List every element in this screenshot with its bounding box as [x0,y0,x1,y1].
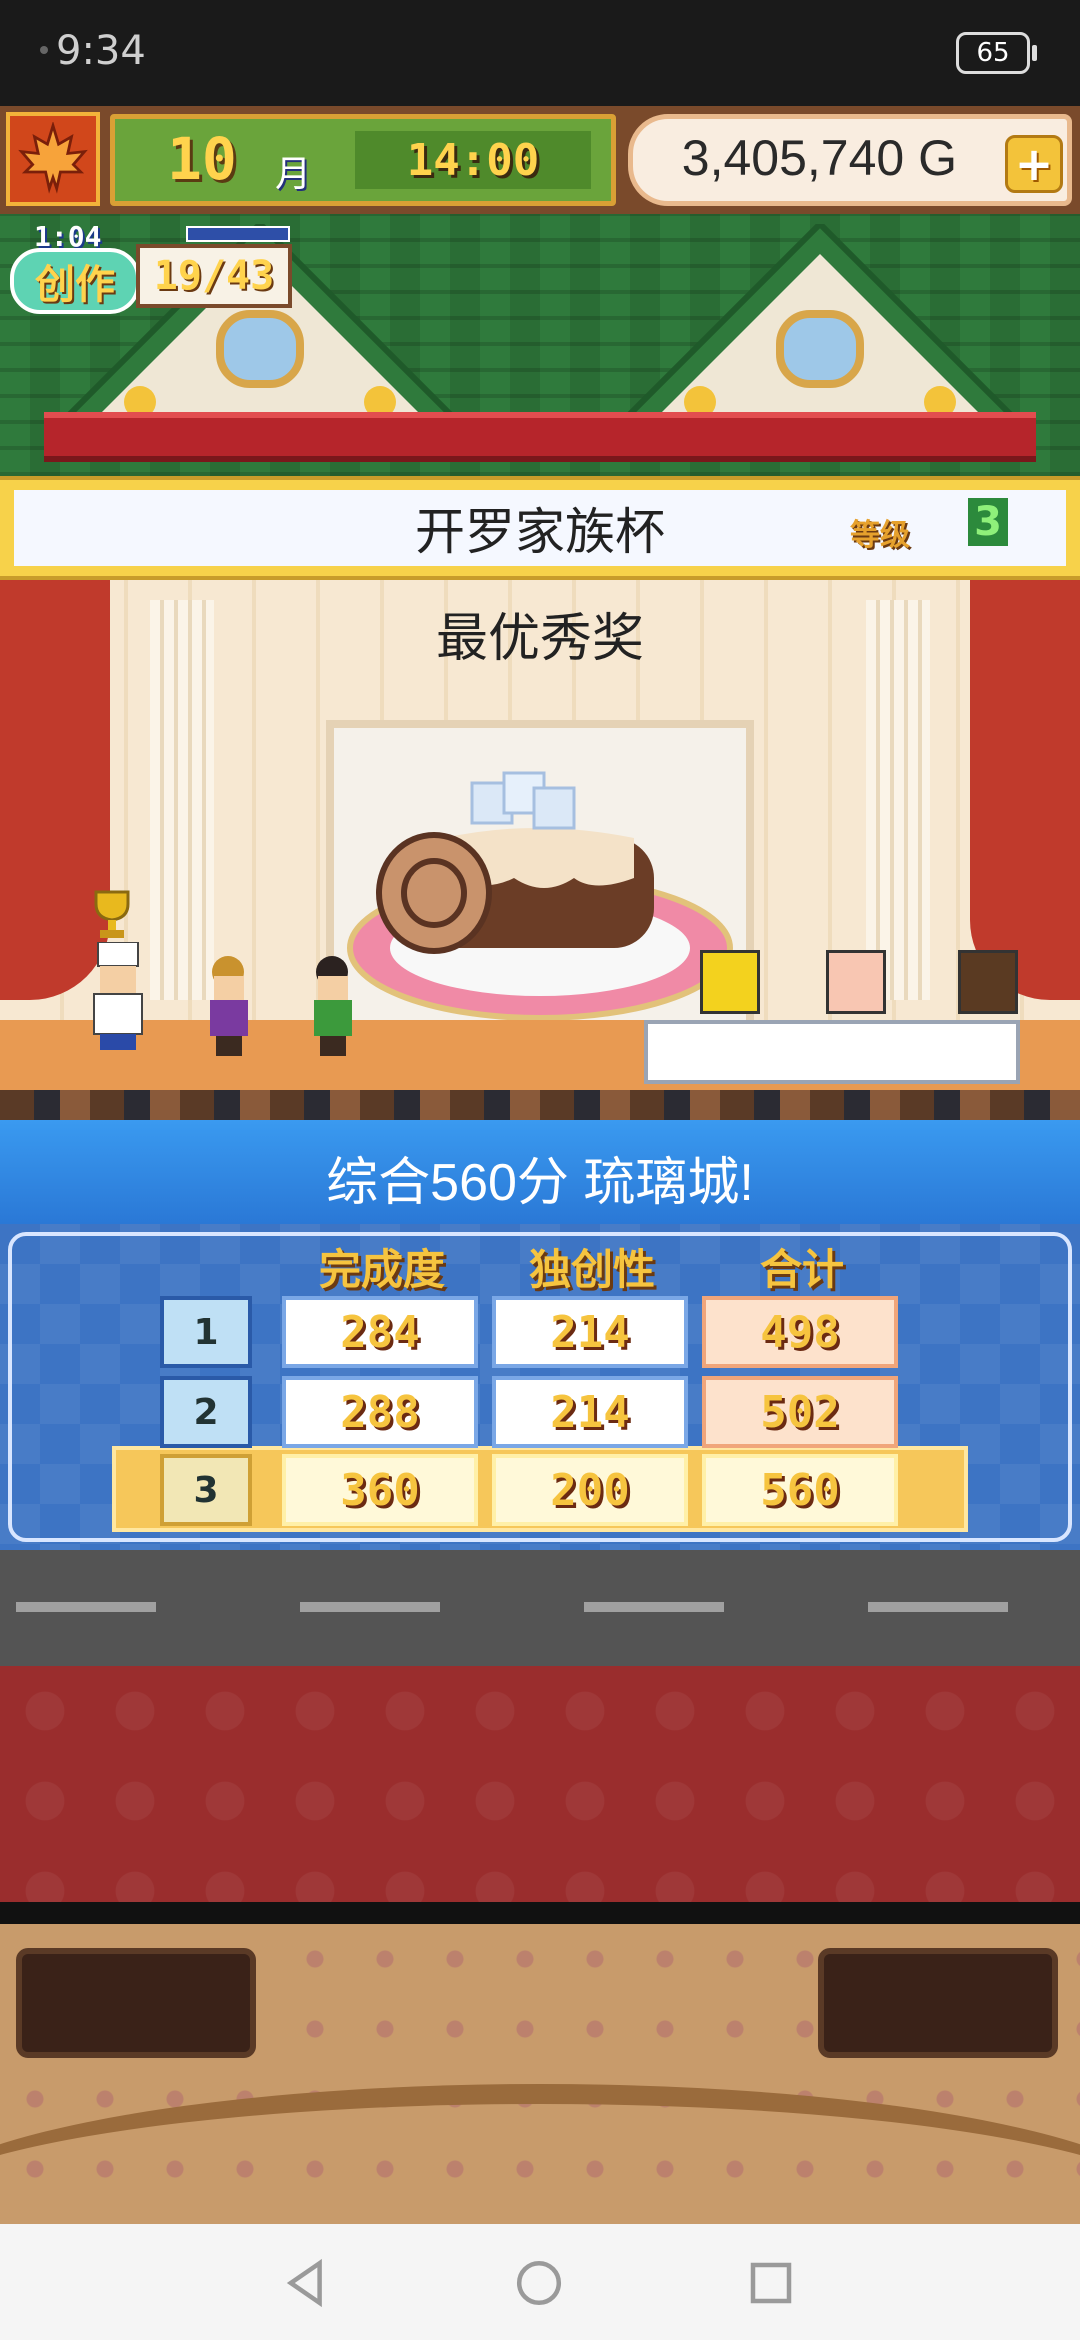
game-clock: 14:00 [355,131,591,189]
creation-status[interactable]: 1:04 创作 19/43 [10,220,292,320]
divider [0,1902,1080,1924]
contest-rank-value: 3 [968,498,1008,546]
date-panel: 10 月 14:00 [110,114,616,206]
status-bar: 9:34 65 [0,0,1080,106]
top-hud: 10 月 14:00 3,405,740 G + [0,106,1080,214]
red-carpet-floor [0,1666,1080,1902]
maple-leaf-icon [18,122,88,194]
month-label: 月 [275,154,312,195]
score-row: 1 284 214 498 [160,1296,960,1368]
creation-label: 创作 [10,248,140,314]
award-title: 最优秀奖 [435,610,644,668]
kitchen-counter [0,1924,1080,2224]
contest-banner: 开罗家族杯 等级 3 [0,476,1080,580]
restaurant-building: 1:04 创作 19/43 [0,214,1080,476]
audience-crowd [0,1090,1080,1120]
season-badge[interactable] [6,112,100,206]
creation-count: 19/43 [136,244,292,308]
lane-marking [868,1602,1008,1612]
counter-panel-left [16,1948,256,2058]
award-hall-scene: 最优秀奖 [0,580,1080,1120]
dish-display [326,720,754,1060]
cell-total: 502 [702,1376,898,1448]
cell-completion: 288 [282,1376,478,1448]
judge-pink [826,950,886,1014]
staff-character-1 [210,956,248,1056]
system-nav-bar [0,2224,1080,2340]
judge-yellow [700,950,760,1014]
cell-completion: 360 [282,1454,478,1526]
money-value: 3,405,740 G [681,130,957,186]
row-rank: 1 [160,1296,252,1368]
results-header: 综合560分 琉璃城! [0,1120,1080,1224]
cell-originality: 200 [492,1454,688,1526]
cell-total: 498 [702,1296,898,1368]
home-icon[interactable] [512,2256,566,2310]
status-time: 9:34 [56,28,146,74]
cell-originality: 214 [492,1296,688,1368]
score-row-highlight: 3 360 200 560 [160,1454,960,1526]
counter-panel-right [818,1948,1058,2058]
results-summary: 综合560分 琉璃城! [326,1154,754,1212]
contest-title: 开罗家族杯 [415,504,665,560]
recents-icon[interactable] [744,2256,798,2310]
header-completion: 完成度 [318,1245,445,1294]
plus-icon[interactable]: + [1005,135,1063,193]
cell-completion: 284 [282,1296,478,1368]
creation-progress-bar [186,226,290,242]
cell-total: 560 [702,1454,898,1526]
row-rank: 2 [160,1376,252,1448]
contest-rank-label: 等级 [850,518,910,553]
cake-roll-image [347,771,733,1021]
staff-character-2 [314,956,352,1056]
score-board: 完成度 独创性 合计 1 284 214 498 2 288 214 502 3… [0,1224,1080,1550]
header-total: 合计 [759,1245,844,1294]
month-value: 10 [167,125,237,193]
row-rank: 3 [160,1454,252,1526]
judge-brown [958,950,1018,1014]
battery-indicator: 65 [956,32,1037,74]
back-icon[interactable] [280,2256,334,2310]
money-panel: 3,405,740 G + [628,114,1072,206]
red-awning [44,412,1036,462]
lane-marking [584,1602,724,1612]
chef-character [93,942,143,1050]
cell-originality: 214 [492,1376,688,1448]
lane-marking [16,1602,156,1612]
trophy-icon [94,890,130,938]
notification-dot [40,46,48,54]
lane-marking [300,1602,440,1612]
score-row: 2 288 214 502 [160,1376,960,1448]
roof-gable-right [620,224,1020,424]
header-originality: 独创性 [528,1245,655,1294]
street [0,1550,1080,1666]
judges-table [644,1020,1020,1084]
